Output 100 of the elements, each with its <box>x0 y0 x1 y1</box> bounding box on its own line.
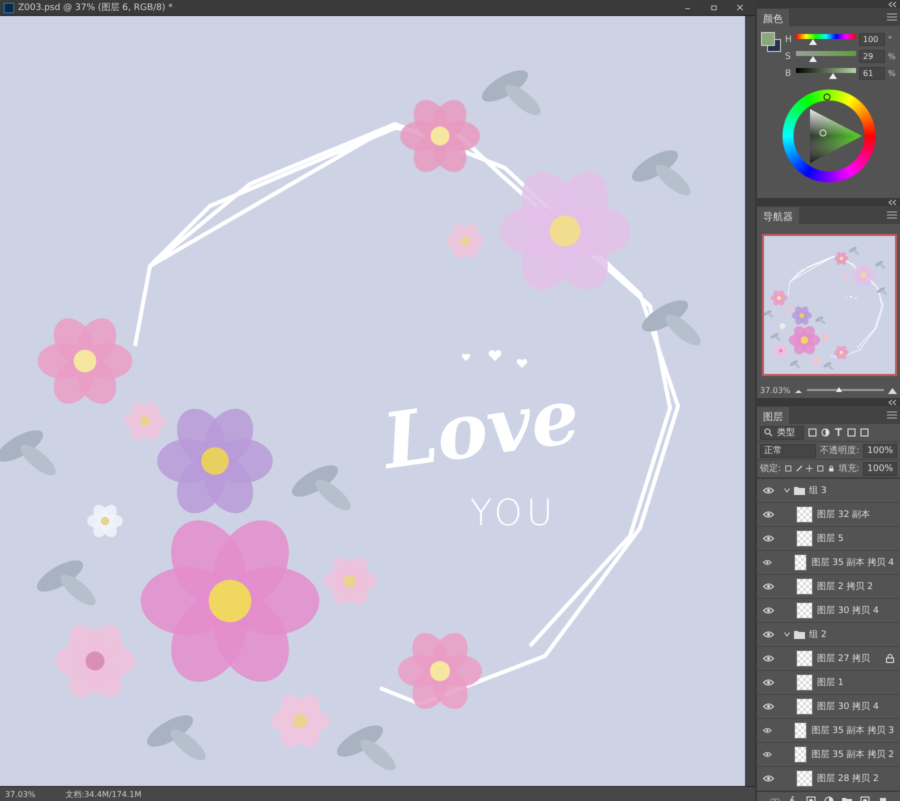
eye-icon[interactable] <box>763 559 772 566</box>
blend-mode-dropdown[interactable]: 正常 <box>760 444 816 458</box>
layer-row[interactable]: 图层 2 拷贝 2 <box>757 575 900 599</box>
eye-icon[interactable] <box>763 727 772 734</box>
crop-icon[interactable] <box>847 428 856 437</box>
slider-thumb[interactable] <box>809 56 818 62</box>
eye-icon[interactable] <box>763 751 772 758</box>
opacity-field[interactable]: 100% <box>863 444 897 458</box>
eye-icon[interactable] <box>763 607 774 614</box>
layer-thumbnail <box>796 698 813 715</box>
eye-icon[interactable] <box>763 775 774 782</box>
value-field[interactable]: 100 <box>859 33 885 46</box>
layer-row[interactable]: 组 2 <box>757 623 900 647</box>
leaf-drawing <box>632 150 691 196</box>
color-slider[interactable] <box>796 68 856 79</box>
value-field[interactable]: 61 <box>859 67 885 80</box>
eye-icon[interactable] <box>763 631 774 638</box>
search-icon <box>764 428 773 437</box>
slider-thumb[interactable] <box>808 39 817 45</box>
slider-label: B <box>785 68 792 78</box>
checker-icon[interactable] <box>785 464 792 473</box>
layer-row[interactable]: 图层 35 副本 拷贝 2 <box>757 743 900 767</box>
eye-icon[interactable] <box>763 679 774 686</box>
image-icon[interactable] <box>808 428 817 437</box>
opacity-label: 不透明度: <box>820 444 860 457</box>
panel-tab[interactable]: 图层 <box>757 407 789 424</box>
layer-name: 图层 30 拷贝 4 <box>817 604 880 617</box>
zoom-level: 37.03% <box>5 790 36 798</box>
layer-row[interactable]: 图层 1 <box>757 671 900 695</box>
layer-name: 图层 35 副本 拷贝 2 <box>811 748 894 761</box>
layer-name: 图层 30 拷贝 4 <box>817 700 880 713</box>
layer-name: 图层 5 <box>817 533 845 545</box>
chevron-icon[interactable] <box>784 488 790 493</box>
collapse-icon[interactable] <box>888 398 897 406</box>
lock-label: 锁定: <box>760 462 782 475</box>
layer-row[interactable]: 图层 32 副本 <box>757 503 900 527</box>
heart-drawing <box>462 350 528 368</box>
leaf-drawing <box>642 300 701 346</box>
layer-name: 图层 32 副本 <box>817 508 872 521</box>
layer-row[interactable]: 图层 30 拷贝 4 <box>757 599 900 623</box>
filter-dropdown[interactable]: 类型 <box>760 426 804 440</box>
layer-row[interactable]: 图层 5 <box>757 527 900 551</box>
leaf-drawing <box>36 560 96 606</box>
collapse-icon[interactable] <box>888 198 897 206</box>
slider-label: H <box>785 34 793 44</box>
color-slider[interactable] <box>796 34 856 45</box>
layer-row[interactable]: 图层 27 拷贝 <box>757 647 900 671</box>
slider-thumb[interactable] <box>828 73 837 79</box>
value-field[interactable]: 29 <box>859 50 885 63</box>
layer-row[interactable]: 图层 35 副本 拷贝 3 <box>757 719 900 743</box>
document-icon[interactable] <box>860 428 869 437</box>
layer-thumbnail <box>796 602 813 619</box>
folder-icon <box>794 486 805 494</box>
leaf-drawing <box>146 715 206 760</box>
document-size: 文档:34.4M/174.1M <box>66 788 142 800</box>
large-mountain-icon[interactable] <box>888 386 897 394</box>
zoom-value[interactable]: 37.03% <box>760 386 790 394</box>
scrollbar[interactable] <box>745 16 755 786</box>
fill-field[interactable]: 100% <box>863 462 898 476</box>
eye-icon[interactable] <box>763 487 774 494</box>
leaf-drawing <box>336 725 396 770</box>
color-slider[interactable] <box>796 51 856 62</box>
layer-name: 组 3 <box>809 484 828 497</box>
layer-row[interactable]: 图层 30 拷贝 4 <box>757 695 900 719</box>
circle-half-icon[interactable] <box>821 428 830 437</box>
lock-icon[interactable] <box>828 464 834 473</box>
document-title: Z003.psd @ 37% (图层 6, RGB/8) * <box>18 2 174 14</box>
menu-icon[interactable] <box>887 411 897 419</box>
leaf-drawing <box>292 465 351 510</box>
panel-tab[interactable]: 导航器 <box>757 207 799 224</box>
eye-icon[interactable] <box>763 535 774 542</box>
eye-icon[interactable] <box>763 583 774 590</box>
menu-icon[interactable] <box>887 13 897 21</box>
brush-icon[interactable] <box>796 464 802 473</box>
layer-name: 组 2 <box>809 628 828 641</box>
color-swatches[interactable] <box>761 32 781 52</box>
layer-thumbnail <box>796 506 813 523</box>
close-icon <box>735 2 745 13</box>
eye-icon[interactable] <box>763 703 774 710</box>
unit-label: % <box>888 69 896 78</box>
menu-icon[interactable] <box>887 211 897 219</box>
chevron-icon[interactable] <box>784 632 790 637</box>
zoom-thumb[interactable] <box>836 387 842 392</box>
blossom-drawing <box>324 557 376 605</box>
layer-row[interactable]: 图层 35 副本 拷贝 4 <box>757 551 900 575</box>
panel-tab[interactable]: 颜色 <box>757 9 789 26</box>
layer-thumbnail <box>794 746 808 763</box>
eye-icon[interactable] <box>763 511 774 518</box>
move-icon[interactable] <box>806 464 813 473</box>
fill-label: 填充: <box>838 462 860 475</box>
collapse-icon[interactable] <box>888 0 897 8</box>
layer-thumbnail <box>796 650 813 667</box>
eye-icon[interactable] <box>763 655 774 662</box>
layer-thumbnail <box>796 674 813 691</box>
leaf-drawing <box>0 430 56 476</box>
leaf-drawing <box>482 70 541 116</box>
layer-row[interactable]: 组 3 <box>757 479 900 503</box>
artboard-icon[interactable] <box>816 464 824 473</box>
type-icon[interactable] <box>834 428 843 437</box>
navigator-thumbnail[interactable] <box>762 234 897 376</box>
